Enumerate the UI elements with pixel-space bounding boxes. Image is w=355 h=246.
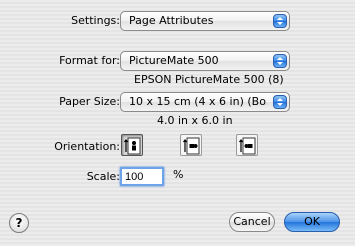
settings-value: Page Attributes — [129, 14, 214, 27]
format-for-label: Format for: — [59, 54, 120, 67]
reverse-landscape-icon — [239, 137, 256, 155]
printer-description: EPSON PictureMate 500 (8) — [134, 73, 284, 86]
cancel-button[interactable]: Cancel — [229, 212, 275, 232]
format-for-popup[interactable]: PictureMate 500 — [120, 51, 290, 71]
page-setup-dialog: { "settings": { "label": "Settings:", "v… — [0, 0, 355, 246]
popup-arrows-icon — [273, 14, 287, 28]
scale-input[interactable] — [120, 167, 164, 186]
portrait-icon — [124, 137, 141, 155]
paper-size-value: 10 x 15 cm (4 x 6 in) (Bo... — [129, 95, 267, 108]
orientation-landscape-button[interactable] — [180, 134, 202, 156]
landscape-icon — [183, 137, 200, 155]
popup-arrows-icon — [273, 95, 287, 109]
scale-label: Scale: — [86, 170, 120, 183]
ok-button[interactable]: OK — [284, 212, 340, 232]
popup-arrows-icon — [273, 54, 287, 68]
help-button[interactable]: ? — [9, 213, 29, 233]
scale-unit: % — [173, 168, 184, 181]
orientation-reverse-landscape-button[interactable] — [236, 134, 258, 156]
paper-dimensions: 4.0 in x 6.0 in — [157, 114, 233, 127]
orientation-portrait-button[interactable] — [121, 134, 143, 156]
paper-size-label: Paper Size: — [59, 95, 120, 108]
settings-popup[interactable]: Page Attributes — [120, 11, 290, 31]
settings-label: Settings: — [71, 14, 120, 27]
paper-size-popup[interactable]: 10 x 15 cm (4 x 6 in) (Bo... — [120, 92, 290, 112]
orientation-label: Orientation: — [54, 140, 120, 153]
format-for-value: PictureMate 500 — [129, 54, 219, 67]
